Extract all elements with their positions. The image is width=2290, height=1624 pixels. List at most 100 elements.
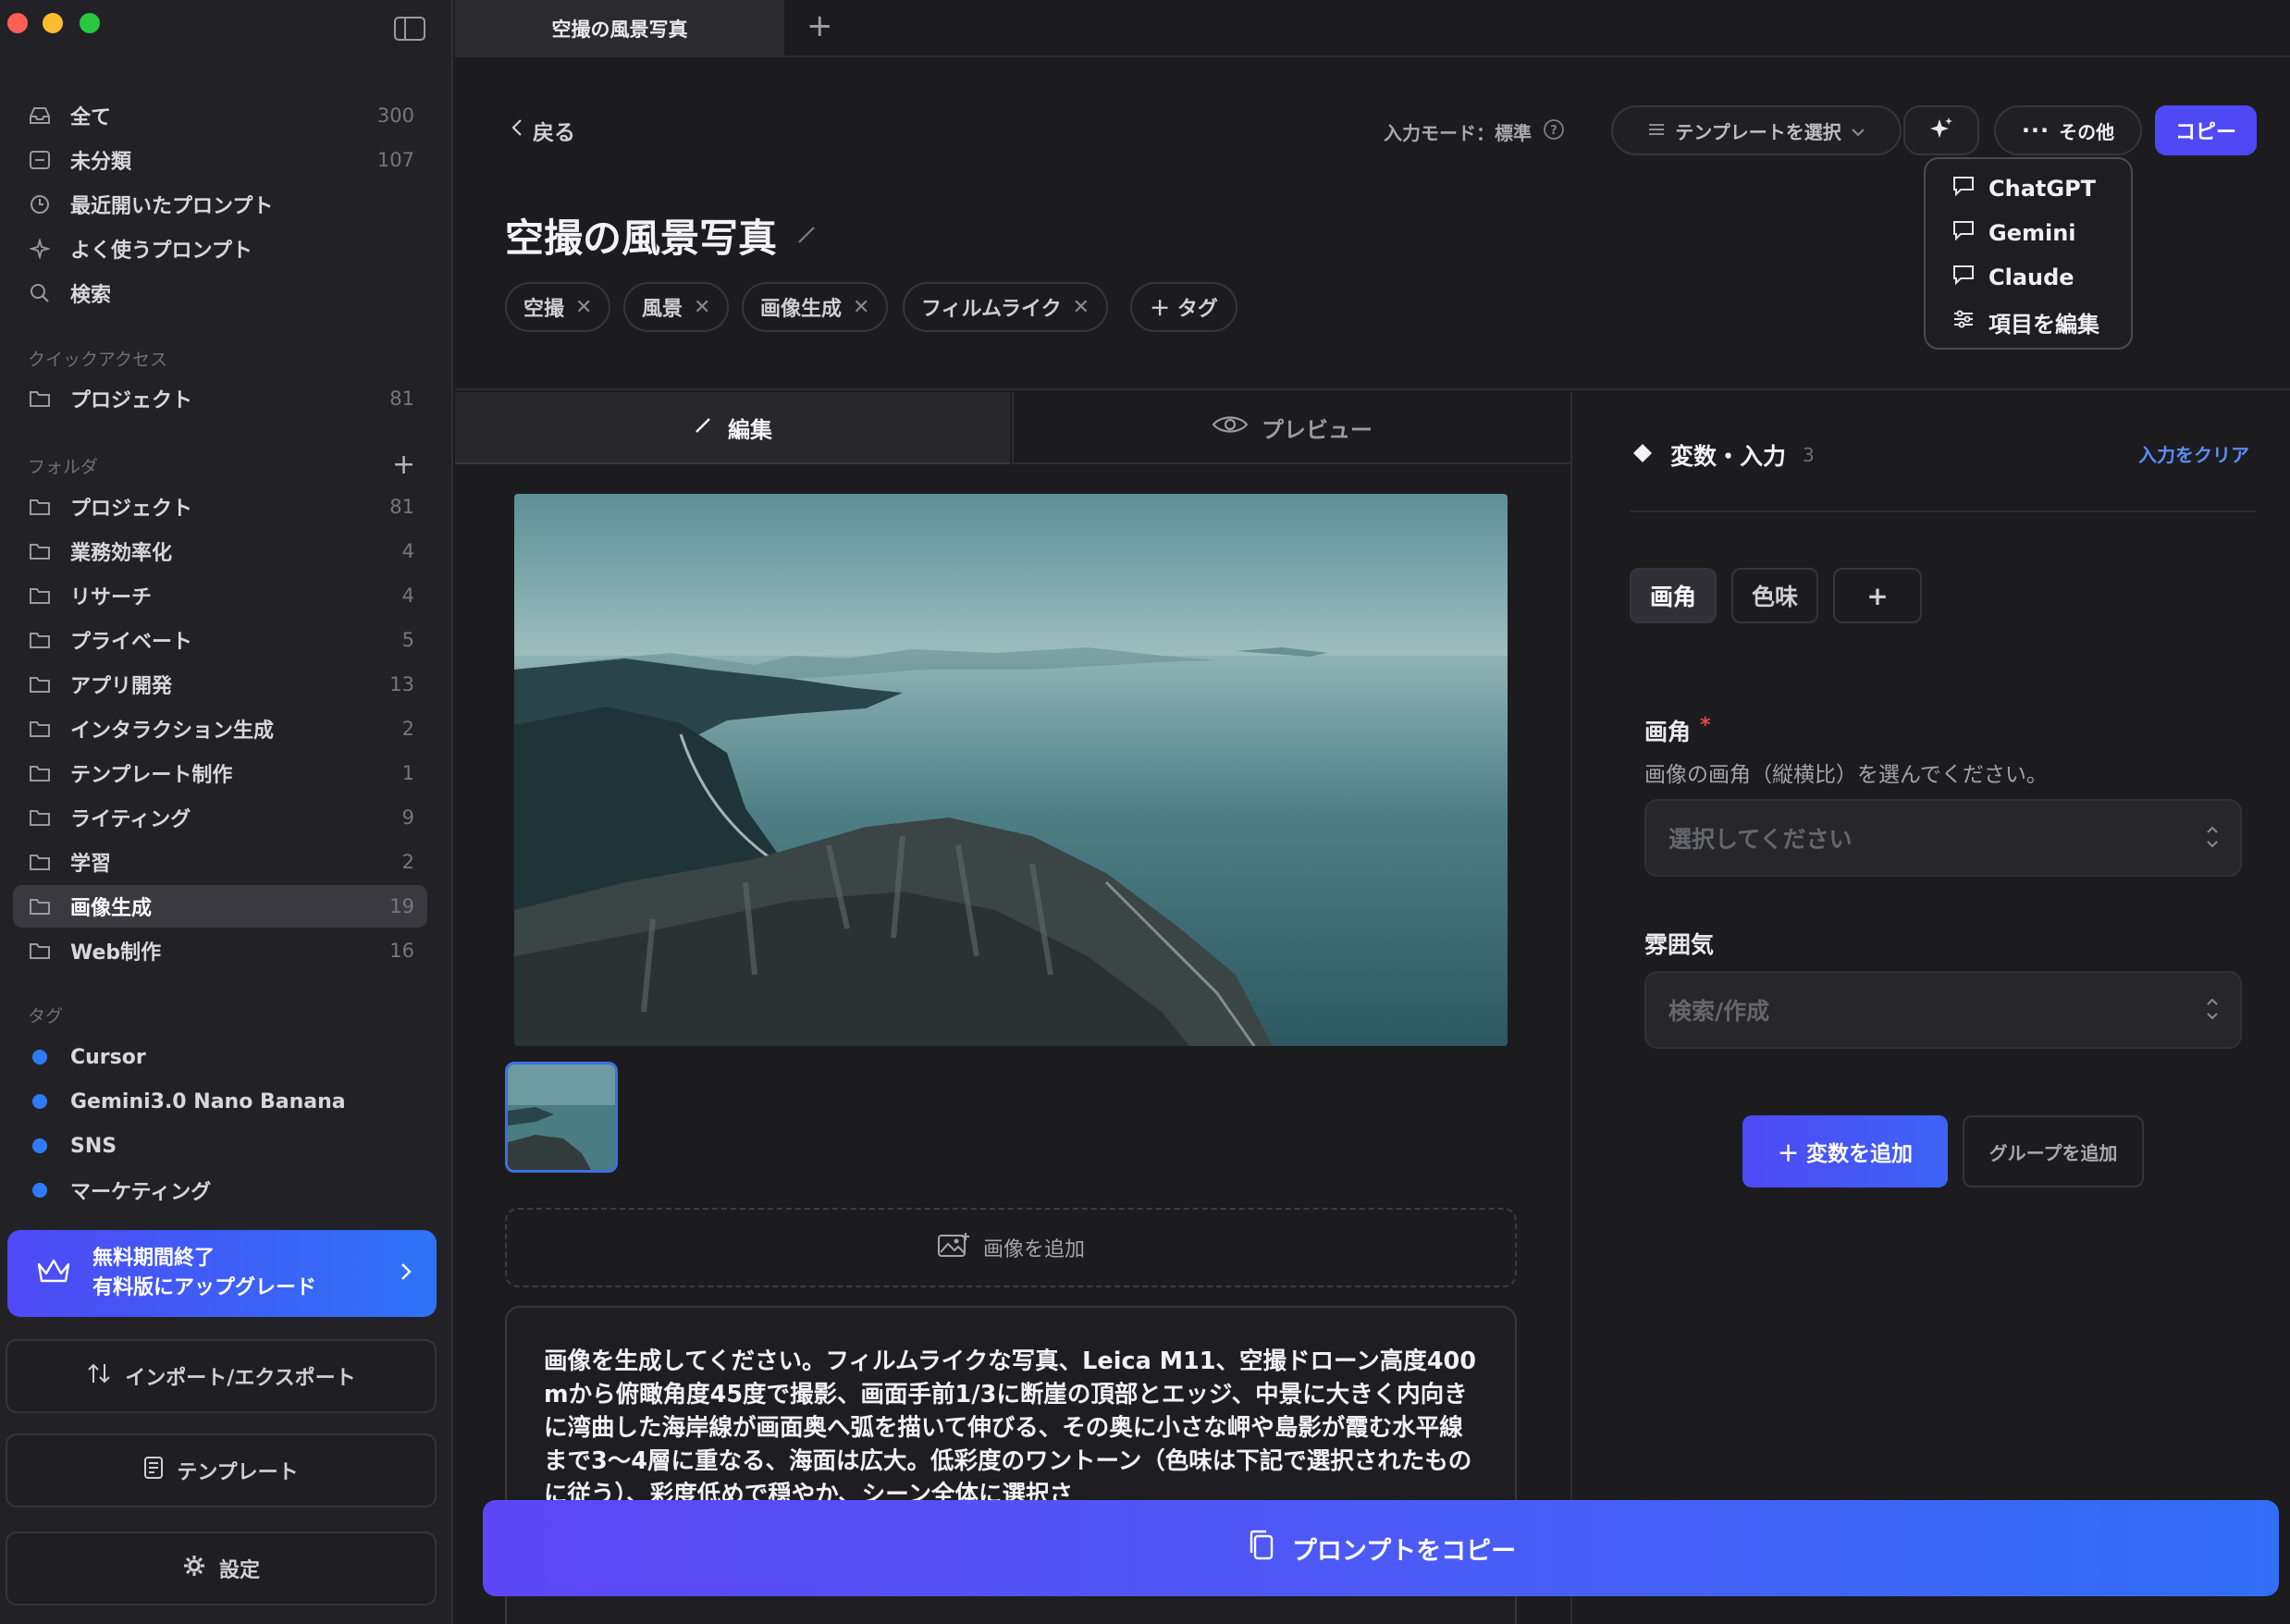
prompt-title-row: 空撮の風景写真 [505, 207, 819, 264]
sidebar-folder-item[interactable]: ライティング 9 [13, 796, 427, 839]
sidebar-folder-item[interactable]: Web制作 16 [13, 929, 427, 972]
quick-access-label: クイックアクセス [28, 350, 168, 370]
folder-icon [26, 675, 54, 694]
close-window-button[interactable] [7, 13, 28, 33]
tag-chip[interactable]: 風景 ✕ [623, 282, 730, 332]
sidebar-folder-item[interactable]: 業務効率化 4 [13, 530, 427, 572]
add-variable-chip[interactable]: + [1833, 568, 1922, 623]
dropdown-item-claude[interactable]: Claude [1951, 259, 2075, 296]
sidebar-item-uncategorized[interactable]: 未分類 107 [13, 139, 427, 181]
copy-button[interactable]: コピー [2155, 105, 2257, 155]
template-select[interactable]: テンプレートを選択 [1611, 105, 1902, 155]
more-button[interactable]: ··· その他 [1994, 105, 2142, 155]
close-icon[interactable]: ✕ [694, 296, 710, 319]
sidebar-folder-item[interactable]: プロジェクト 81 [13, 486, 427, 528]
sparkle-icon [1927, 115, 1955, 147]
ai-button[interactable] [1903, 105, 1979, 155]
add-tag-button[interactable]: ＋ タグ [1130, 282, 1237, 332]
templates-button[interactable]: テンプレート [6, 1433, 437, 1507]
sidebar-folder-item[interactable]: テンプレート制作 1 [13, 752, 427, 794]
gear-icon [182, 1554, 206, 1583]
input-mode[interactable]: 入力モード：標準 ? [1384, 118, 1565, 145]
sidebar-tag-item[interactable]: Gemini3.0 Nano Banana [13, 1080, 427, 1123]
sidebar-folder-item[interactable]: リサーチ 4 [13, 574, 427, 617]
tag-chip[interactable]: フィルムライク ✕ [903, 282, 1109, 332]
dropdown-item-edit[interactable]: 項目を編集 [1951, 303, 2099, 340]
prompt-title[interactable]: 空撮の風景写真 [505, 207, 777, 264]
folder-icon [26, 897, 54, 916]
sidebar-item-search[interactable]: 検索 [13, 272, 427, 314]
variable-chip-color[interactable]: 色味 [1731, 568, 1818, 623]
sidebar-tag-item[interactable]: Cursor [13, 1036, 427, 1078]
tag-chip[interactable]: 空撮 ✕ [505, 282, 611, 332]
add-group-button[interactable]: グループを追加 [1963, 1115, 2144, 1187]
editor-tabs: 編集 プレビュー [455, 392, 1570, 464]
sidebar-item-recent[interactable]: 最近開いたプロンプト [13, 183, 427, 226]
close-icon[interactable]: ✕ [853, 296, 869, 319]
sidebar-folder-item[interactable]: アプリ開発 13 [13, 663, 427, 706]
sparkle-icon [26, 239, 54, 259]
clock-icon [26, 194, 54, 215]
search-icon [26, 283, 54, 303]
sidebar-tag-item[interactable]: マーケティング [13, 1169, 427, 1212]
inbox-icon [26, 106, 54, 125]
image-thumbnail[interactable] [505, 1062, 618, 1173]
sidebar-tag-item[interactable]: SNS [13, 1125, 427, 1167]
divider [1630, 511, 2257, 512]
help-icon[interactable]: ? [1543, 118, 1565, 145]
upgrade-line2: 有料版にアップグレード [92, 1276, 317, 1299]
tag-dot-icon [26, 1183, 54, 1198]
updown-chevron-icon [2205, 821, 2220, 858]
sidebar-folder-item[interactable]: 学習 2 [13, 841, 427, 883]
chat-bubble-icon [1951, 264, 1976, 291]
close-icon[interactable]: ✕ [1073, 296, 1090, 319]
updown-chevron-icon [2205, 993, 2220, 1030]
tag-dot-icon [26, 1094, 54, 1109]
field-angle-description: 画像の画角（縦横比）を選んでください。 [1644, 763, 2048, 787]
folder-icon [26, 498, 54, 516]
dropdown-item-chatgpt[interactable]: ChatGPT [1951, 170, 2096, 207]
folder-icon [26, 853, 54, 871]
variable-chip-angle[interactable]: 画角 [1630, 568, 1717, 623]
ellipsis-icon: ··· [2021, 117, 2050, 143]
add-variable-button[interactable]: ＋ 変数を追加 [1742, 1115, 1948, 1187]
zoom-window-button[interactable] [80, 13, 100, 33]
tag-dot-icon [26, 1138, 54, 1153]
pencil-icon[interactable] [795, 222, 819, 250]
new-tab-button[interactable]: + [806, 7, 833, 44]
close-icon[interactable]: ✕ [575, 296, 592, 319]
chat-bubble-icon [1951, 219, 1976, 247]
sidebar-folder-item[interactable]: プライベート 5 [13, 619, 427, 661]
folder-icon [26, 941, 54, 960]
folder-icon [26, 720, 54, 738]
sidebar-icon[interactable] [394, 17, 425, 44]
sidebar-folder-item[interactable]: 画像生成 19 [13, 885, 427, 928]
sidebar-item-frequent[interactable]: よく使うプロンプト [13, 228, 427, 270]
quick-access-item[interactable]: プロジェクト 81 [13, 377, 427, 420]
document-tab[interactable]: 空撮の風景写真 [455, 0, 784, 57]
tab-preview[interactable]: プレビュー [1012, 392, 1570, 464]
folder-icon [26, 808, 54, 827]
tab-edit[interactable]: 編集 [455, 392, 1010, 464]
diamond-icon [1631, 442, 1654, 468]
sidebar-folder-item[interactable]: インタラクション生成 2 [13, 707, 427, 750]
chat-bubble-icon [1951, 175, 1976, 203]
minimize-window-button[interactable] [43, 13, 63, 33]
tag-chip[interactable]: 画像生成 ✕ [742, 282, 889, 332]
angle-select[interactable]: 選択してください [1644, 799, 2242, 877]
upgrade-banner[interactable]: 無料期間終了 有料版にアップグレード [7, 1230, 437, 1317]
copy-prompt-button[interactable]: プロンプトをコピー [483, 1500, 2279, 1596]
prompt-body[interactable]: 画像を生成してください。フィルムライクな写真、Leica M11、空撮ドローン高… [544, 1345, 1478, 1511]
mood-combobox[interactable]: 検索/作成 [1644, 971, 2242, 1049]
dropdown-item-gemini[interactable]: Gemini [1951, 215, 2076, 252]
sidebar-item-all[interactable]: 全て 300 [13, 94, 427, 137]
add-image-button[interactable]: 画像を追加 [505, 1208, 1517, 1287]
svg-text:?: ? [1550, 124, 1557, 138]
clear-inputs-button[interactable]: 入力をクリア [2138, 440, 2249, 467]
back-button[interactable]: 戻る [511, 115, 575, 146]
add-folder-button[interactable]: + [392, 451, 415, 479]
settings-button[interactable]: 設定 [6, 1532, 437, 1606]
import-export-button[interactable]: インポート/エクスポート [6, 1339, 437, 1413]
template-icon [143, 1456, 164, 1485]
folders-label: フォルダ [28, 457, 99, 477]
